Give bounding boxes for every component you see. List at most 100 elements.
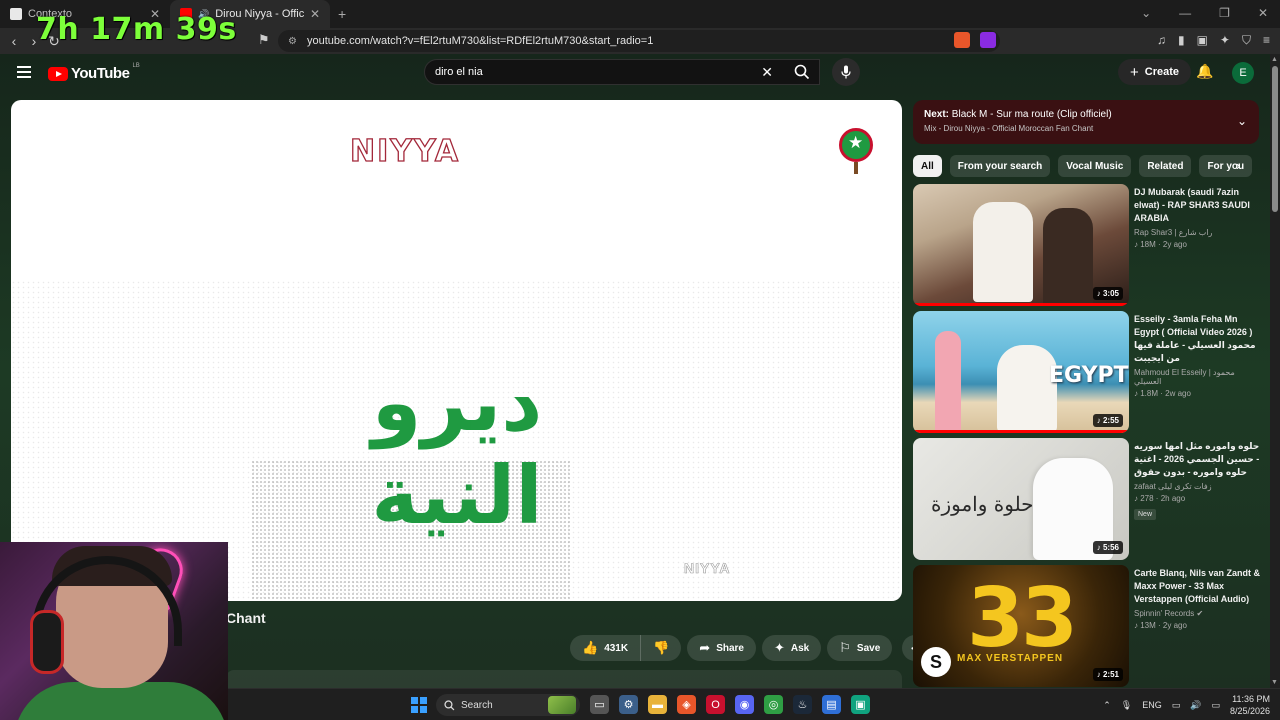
sidebar-icon[interactable]: ▮: [1178, 33, 1185, 48]
save-button[interactable]: ⚐ Save: [827, 635, 893, 661]
duration-badge: ♪ 5:56: [1092, 541, 1123, 554]
chip-vocal-music[interactable]: Vocal Music: [1058, 155, 1132, 177]
wallet-icon[interactable]: ▣: [1197, 33, 1208, 48]
channel-name[interactable]: Spinnin' Records ✔: [1134, 609, 1264, 618]
sparkle-icon: ✦: [773, 640, 785, 655]
site-info-icon[interactable]: ⚙: [288, 36, 297, 47]
video-player[interactable]: NIYYA ديرو النية NIYYA: [11, 100, 902, 601]
channel-name[interactable]: zafaat زفات تكرى ليلى: [1134, 482, 1264, 491]
scrollbar-thumb[interactable]: [1272, 66, 1278, 212]
voice-search-button[interactable]: [832, 58, 860, 86]
music-icon[interactable]: ♫: [1157, 33, 1166, 48]
video-thumbnail[interactable]: EGYPT ♪ 2:55: [913, 311, 1129, 433]
app-icon[interactable]: ▤: [822, 695, 841, 714]
video-title[interactable]: حلوه واموره مثل امها سوريه - حسين الجسمي…: [1134, 440, 1264, 479]
restore-icon[interactable]: ❐: [1219, 6, 1230, 20]
back-icon[interactable]: ‹: [4, 33, 24, 49]
create-label: Create: [1144, 66, 1180, 78]
video-title[interactable]: Carte Blanq, Nils van Zandt & Maxx Power…: [1134, 567, 1264, 606]
channel-name[interactable]: Rap Shar3 | راب شارع: [1134, 228, 1264, 237]
up-next-banner[interactable]: Next: Black M - Sur ma route (Clip offic…: [913, 100, 1259, 144]
niyya-logo-top: NIYYA: [349, 133, 461, 169]
clock[interactable]: 11:36 PM 8/25/2026: [1230, 693, 1270, 717]
create-button[interactable]: + Create: [1118, 59, 1192, 85]
duration-badge: ♪ 2:55: [1092, 414, 1123, 427]
opera-icon[interactable]: O: [706, 695, 725, 714]
network-icon[interactable]: ▭: [1172, 700, 1181, 711]
share-label: Share: [716, 642, 744, 654]
active-app-icon[interactable]: ▣: [851, 695, 870, 714]
share-button[interactable]: ➦ Share: [687, 635, 756, 661]
scroll-down-icon[interactable]: ▼: [1271, 679, 1278, 686]
page-scrollbar[interactable]: ▲ ▼: [1270, 54, 1280, 688]
tab-search-icon[interactable]: ⌄: [1141, 6, 1151, 20]
list-item[interactable]: EGYPT ♪ 2:55 Esseily - 3amla Feha Mn Egy…: [913, 311, 1265, 433]
address-bar[interactable]: ⚙ youtube.com/watch?v=fEl2rtuM730&list=R…: [278, 30, 1000, 52]
file-explorer-icon[interactable]: ▬: [648, 695, 667, 714]
brave-shield-icon[interactable]: [954, 32, 970, 48]
chevron-down-icon[interactable]: ⌄: [1237, 114, 1247, 128]
rewards-icon[interactable]: [980, 32, 996, 48]
dislike-button[interactable]: 👎: [641, 635, 682, 661]
steam-icon[interactable]: ♨: [793, 695, 812, 714]
clear-search-icon[interactable]: ✕: [761, 64, 773, 81]
tab-close-icon[interactable]: ✕: [310, 7, 320, 21]
youtube-play-icon: [48, 66, 68, 81]
minimize-icon[interactable]: —: [1179, 6, 1191, 20]
settings-icon[interactable]: ⚙: [619, 695, 638, 714]
video-title[interactable]: Esseily - 3amla Feha Mn Egypt ( Official…: [1134, 313, 1264, 365]
taskbar-search[interactable]: Search: [436, 694, 580, 716]
search-button[interactable]: [784, 59, 820, 85]
thumbs-up-icon: 👍: [582, 640, 599, 655]
search-input[interactable]: diro el nia ✕: [424, 59, 820, 85]
bookmark-icon[interactable]: ⚑: [258, 32, 270, 48]
list-item[interactable]: حلوة واموزة ♪ 5:56 حلوه واموره مثل امها …: [913, 438, 1265, 560]
battery-icon[interactable]: ▭: [1211, 700, 1220, 711]
language-indicator[interactable]: ENG: [1142, 700, 1162, 710]
chip-for-you[interactable]: For you: [1199, 155, 1253, 177]
stream-timer-overlay: 7h 17m 39s: [36, 12, 237, 47]
new-tab-button[interactable]: +: [330, 0, 354, 28]
list-item[interactable]: 33 MAX VERSTAPPEN S ♪ 2:51 Carte Blanq, …: [913, 565, 1265, 687]
hamburger-menu-icon[interactable]: [17, 66, 31, 78]
ask-button[interactable]: ✦ Ask: [761, 635, 822, 661]
discord-icon[interactable]: ◉: [735, 695, 754, 714]
account-avatar[interactable]: E: [1232, 62, 1254, 84]
thumbnail-number: 33: [967, 571, 1078, 666]
microphone-tray-icon[interactable]: 🎙: [1121, 700, 1132, 711]
bookmark-save-icon: ⚐: [839, 640, 851, 655]
list-item[interactable]: ♪ 3:05 DJ Mubarak (saudi 7azin elwat) - …: [913, 184, 1265, 306]
video-title[interactable]: DJ Mubarak (saudi 7azin elwat) - RAP SHA…: [1134, 186, 1264, 225]
next-prefix: Next:: [924, 109, 950, 120]
like-button[interactable]: 👍 431K: [570, 635, 642, 661]
scroll-up-icon[interactable]: ▲: [1271, 56, 1278, 63]
chevron-right-icon[interactable]: ›: [1236, 158, 1240, 173]
video-meta: ♪ 278 · 2h ago: [1134, 494, 1186, 503]
share-icon: ➦: [699, 640, 711, 655]
like-dislike-group: 👍 431K 👎: [570, 635, 682, 661]
chip-all[interactable]: All: [913, 155, 942, 177]
close-window-icon[interactable]: ✕: [1258, 6, 1268, 20]
brave-icon[interactable]: ◈: [677, 695, 696, 714]
clock-date: 8/25/2026: [1229, 706, 1270, 716]
task-view-icon[interactable]: ▭: [590, 695, 609, 714]
chip-from-your-search[interactable]: From your search: [949, 155, 1051, 177]
video-thumbnail[interactable]: ♪ 3:05: [913, 184, 1129, 306]
vpn-icon[interactable]: ⛉: [1242, 33, 1251, 48]
clock-time: 11:36 PM: [1232, 694, 1270, 704]
chevron-up-icon[interactable]: ⌃: [1103, 700, 1111, 711]
video-thumbnail[interactable]: حلوة واموزة ♪ 5:56: [913, 438, 1129, 560]
leo-icon[interactable]: ✦: [1220, 33, 1230, 48]
video-thumbnail[interactable]: 33 MAX VERSTAPPEN S ♪ 2:51: [913, 565, 1129, 687]
description-box[interactable]: [226, 670, 902, 688]
menu-icon[interactable]: ≡: [1263, 33, 1270, 48]
volume-icon[interactable]: 🔊: [1190, 700, 1201, 711]
windows-start-icon[interactable]: [411, 697, 427, 713]
youtube-wordmark: YouTube: [71, 65, 130, 82]
chrome-icon[interactable]: ◎: [764, 695, 783, 714]
verified-icon: ✔: [1196, 609, 1204, 618]
chip-related[interactable]: Related: [1139, 155, 1192, 177]
channel-name[interactable]: Mahmoud El Esseily | محمود العسيلي: [1134, 368, 1264, 386]
youtube-logo[interactable]: YouTube LB: [48, 63, 140, 82]
notifications-bell-icon[interactable]: 🔔: [1196, 63, 1213, 80]
